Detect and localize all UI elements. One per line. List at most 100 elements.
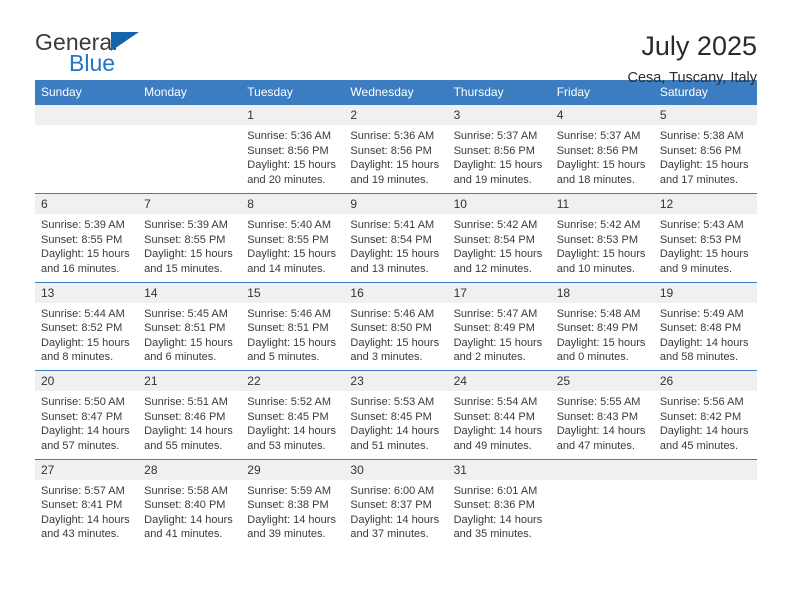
daylight-text-line2: and 49 minutes. — [453, 439, 532, 452]
calendar-page: General Blue July 2025 Cesa, Tuscany, It… — [0, 0, 792, 612]
calendar-week-row: 20 Sunrise: 5:50 AM Sunset: 8:47 PM Dayligh… — [35, 370, 757, 460]
daylight-text-line1: Daylight: 15 hours — [350, 159, 440, 172]
calendar-cell-day[interactable]: 24 Sunrise: 5:54 AM Sunset: 8:44 PM Dayligh… — [447, 370, 551, 460]
daylight-text-line1: Daylight: 14 hours — [350, 425, 440, 438]
calendar-cell-day[interactable]: 11 Sunrise: 5:42 AM Sunset: 8:53 PM Dayligh… — [550, 193, 654, 283]
daylight-text-line2: and 18 minutes. — [556, 173, 635, 186]
daylight-text-line2: and 17 minutes. — [659, 173, 739, 186]
daylight-text-line2: and 19 minutes. — [453, 173, 532, 186]
sunset-text: Sunset: 8:40 PM — [144, 499, 226, 512]
sunrise-text: Sunrise: 5:57 AM — [41, 484, 125, 497]
day-number: 9 — [344, 194, 448, 214]
weekday-header-wednesday: Wednesday — [344, 80, 448, 105]
day-details: Sunrise: 5:38 AM Sunset: 8:56 PM Daylight:… — [654, 125, 757, 187]
daylight-text-line2: and 9 minutes. — [659, 262, 732, 275]
calendar-cell-day[interactable]: 31 Sunrise: 6:01 AM Sunset: 8:36 PM Dayligh… — [447, 459, 551, 548]
day-number: 3 — [447, 105, 551, 125]
sunset-text: Sunset: 8:49 PM — [556, 322, 639, 335]
calendar-cell-day[interactable]: 29 Sunrise: 5:59 AM Sunset: 8:38 PM Dayligh… — [241, 459, 345, 548]
day-number: 27 — [35, 459, 139, 480]
calendar-cell-day[interactable]: 19 Sunrise: 5:49 AM Sunset: 8:48 PM Dayligh… — [653, 282, 757, 371]
daylight-text-line1: Daylight: 15 hours — [453, 248, 543, 261]
day-number: 8 — [241, 194, 345, 214]
sunset-text: Sunset: 8:51 PM — [247, 322, 329, 335]
daylight-text-line2: and 45 minutes. — [659, 439, 739, 452]
day-details: Sunrise: 5:55 AM Sunset: 8:43 PM Daylight:… — [551, 391, 654, 453]
day-details: Sunrise: 5:37 AM Sunset: 8:56 PM Daylight:… — [551, 125, 654, 187]
day-details: Sunrise: 5:52 AM Sunset: 8:45 PM Daylight:… — [241, 391, 344, 453]
calendar-cell-day[interactable]: 2 Sunrise: 5:36 AM Sunset: 8:56 PM Daylight… — [344, 105, 448, 194]
calendar-cell-day[interactable]: 8 Sunrise: 5:40 AM Sunset: 8:55 PM Daylight… — [241, 193, 345, 283]
calendar-cell-day[interactable]: 30 Sunrise: 6:00 AM Sunset: 8:37 PM Dayligh… — [344, 459, 448, 548]
sunset-text: Sunset: 8:44 PM — [453, 410, 535, 423]
sunset-text: Sunset: 8:51 PM — [144, 322, 226, 335]
daylight-text-line2: and 35 minutes. — [453, 528, 532, 541]
calendar-cell-day[interactable]: 15 Sunrise: 5:46 AM Sunset: 8:51 PM Dayligh… — [241, 282, 345, 371]
calendar-cell-day[interactable]: 3 Sunrise: 5:37 AM Sunset: 8:56 PM Daylight… — [447, 105, 551, 194]
calendar-cell-day[interactable]: 20 Sunrise: 5:50 AM Sunset: 8:47 PM Dayligh… — [35, 370, 139, 460]
day-details: Sunrise: 5:54 AM Sunset: 8:44 PM Daylight:… — [448, 391, 551, 453]
day-details: Sunrise: 5:39 AM Sunset: 8:55 PM Daylight:… — [35, 214, 138, 276]
calendar-cell-day[interactable]: 27 Sunrise: 5:57 AM Sunset: 8:41 PM Dayligh… — [35, 459, 139, 548]
calendar-cell-day[interactable]: 5 Sunrise: 5:38 AM Sunset: 8:56 PM Daylight… — [653, 105, 757, 194]
day-details: Sunrise: 5:53 AM Sunset: 8:45 PM Daylight:… — [344, 391, 447, 453]
sunrise-text: Sunrise: 5:38 AM — [659, 130, 744, 142]
calendar-cell-day[interactable]: 7 Sunrise: 5:39 AM Sunset: 8:55 PM Daylight… — [138, 193, 242, 283]
calendar-cell-day[interactable]: 6 Sunrise: 5:39 AM Sunset: 8:55 PM Daylight… — [35, 193, 139, 283]
daylight-text-line2: and 5 minutes. — [247, 351, 320, 364]
brand-logo[interactable]: General Blue — [35, 30, 235, 82]
daylight-text-line1: Daylight: 15 hours — [144, 248, 233, 261]
calendar-cell-day[interactable]: 28 Sunrise: 5:58 AM Sunset: 8:40 PM Dayligh… — [138, 459, 242, 548]
day-number: 30 — [344, 459, 448, 480]
calendar-cell-day[interactable]: 18 Sunrise: 5:48 AM Sunset: 8:49 PM Dayligh… — [550, 282, 654, 371]
day-number: 4 — [550, 105, 654, 125]
calendar-week-row: 13 Sunrise: 5:44 AM Sunset: 8:52 PM Dayligh… — [35, 282, 757, 371]
day-number — [35, 105, 139, 125]
calendar-cell-day[interactable]: 21 Sunrise: 5:51 AM Sunset: 8:46 PM Dayligh… — [138, 370, 242, 460]
calendar-cell-day[interactable]: 22 Sunrise: 5:52 AM Sunset: 8:45 PM Dayligh… — [241, 370, 345, 460]
calendar-cell-day[interactable]: 13 Sunrise: 5:44 AM Sunset: 8:52 PM Dayligh… — [35, 282, 139, 371]
daylight-text-line2: and 39 minutes. — [247, 528, 326, 541]
page-header: General Blue July 2025 Cesa, Tuscany, It… — [0, 0, 792, 86]
day-details: Sunrise: 5:39 AM Sunset: 8:55 PM Daylight:… — [138, 214, 241, 276]
calendar-cell-day[interactable]: 23 Sunrise: 5:53 AM Sunset: 8:45 PM Dayligh… — [344, 370, 448, 460]
sunrise-text: Sunrise: 5:54 AM — [453, 396, 538, 408]
calendar-week-row: 6 Sunrise: 5:39 AM Sunset: 8:55 PM Daylight… — [35, 193, 757, 283]
calendar-cell-day[interactable]: 16 Sunrise: 5:46 AM Sunset: 8:50 PM Dayligh… — [344, 282, 448, 371]
daylight-text-line1: Daylight: 15 hours — [556, 159, 646, 172]
calendar-cell-day[interactable]: 1 Sunrise: 5:36 AM Sunset: 8:56 PM Daylight… — [241, 105, 345, 194]
daylight-text-line2: and 3 minutes. — [350, 351, 423, 364]
day-details: Sunrise: 5:42 AM Sunset: 8:54 PM Daylight:… — [448, 214, 551, 276]
day-details: Sunrise: 5:41 AM Sunset: 8:54 PM Daylight:… — [344, 214, 447, 276]
day-details: Sunrise: 5:36 AM Sunset: 8:56 PM Daylight:… — [241, 125, 344, 187]
sunrise-text: Sunrise: 5:37 AM — [556, 130, 641, 142]
daylight-text-line1: Daylight: 14 hours — [247, 513, 336, 526]
calendar-cell-day[interactable]: 25 Sunrise: 5:55 AM Sunset: 8:43 PM Dayligh… — [550, 370, 654, 460]
calendar-week-row: 27 Sunrise: 5:57 AM Sunset: 8:41 PM Dayligh… — [35, 459, 757, 548]
day-details: Sunrise: 5:59 AM Sunset: 8:38 PM Daylight:… — [241, 480, 344, 542]
sunset-text: Sunset: 8:52 PM — [41, 322, 123, 335]
day-number: 14 — [138, 282, 242, 303]
calendar-cell-day[interactable]: 26 Sunrise: 5:56 AM Sunset: 8:42 PM Dayligh… — [653, 370, 757, 460]
sunrise-text: Sunrise: 5:45 AM — [144, 307, 228, 320]
day-number: 5 — [653, 105, 757, 125]
sunrise-text: Sunrise: 6:01 AM — [453, 484, 538, 497]
calendar-cell-day[interactable]: 12 Sunrise: 5:43 AM Sunset: 8:53 PM Dayligh… — [653, 193, 757, 283]
calendar-cell-day[interactable]: 17 Sunrise: 5:47 AM Sunset: 8:49 PM Dayligh… — [447, 282, 551, 371]
day-number: 16 — [344, 282, 448, 303]
sunset-text: Sunset: 8:36 PM — [453, 499, 535, 512]
daylight-text-line1: Daylight: 15 hours — [453, 159, 543, 172]
calendar-cell-day[interactable]: 4 Sunrise: 5:37 AM Sunset: 8:56 PM Daylight… — [550, 105, 654, 194]
day-number: 11 — [550, 194, 654, 214]
calendar-cell-day[interactable]: 9 Sunrise: 5:41 AM Sunset: 8:54 PM Daylight… — [344, 193, 448, 283]
daylight-text-line2: and 43 minutes. — [41, 528, 120, 541]
calendar-cell-day[interactable]: 14 Sunrise: 5:45 AM Sunset: 8:51 PM Dayligh… — [138, 282, 242, 371]
daylight-text-line1: Daylight: 15 hours — [247, 248, 336, 261]
daylight-text-line2: and 55 minutes. — [144, 439, 223, 452]
calendar-cell-empty — [550, 459, 654, 548]
sunrise-text: Sunrise: 5:49 AM — [659, 307, 744, 320]
sunset-text: Sunset: 8:56 PM — [247, 144, 329, 157]
day-details: Sunrise: 5:37 AM Sunset: 8:56 PM Daylight:… — [448, 125, 551, 187]
calendar-cell-day[interactable]: 10 Sunrise: 5:42 AM Sunset: 8:54 PM Dayligh… — [447, 193, 551, 283]
day-number: 25 — [550, 371, 654, 391]
